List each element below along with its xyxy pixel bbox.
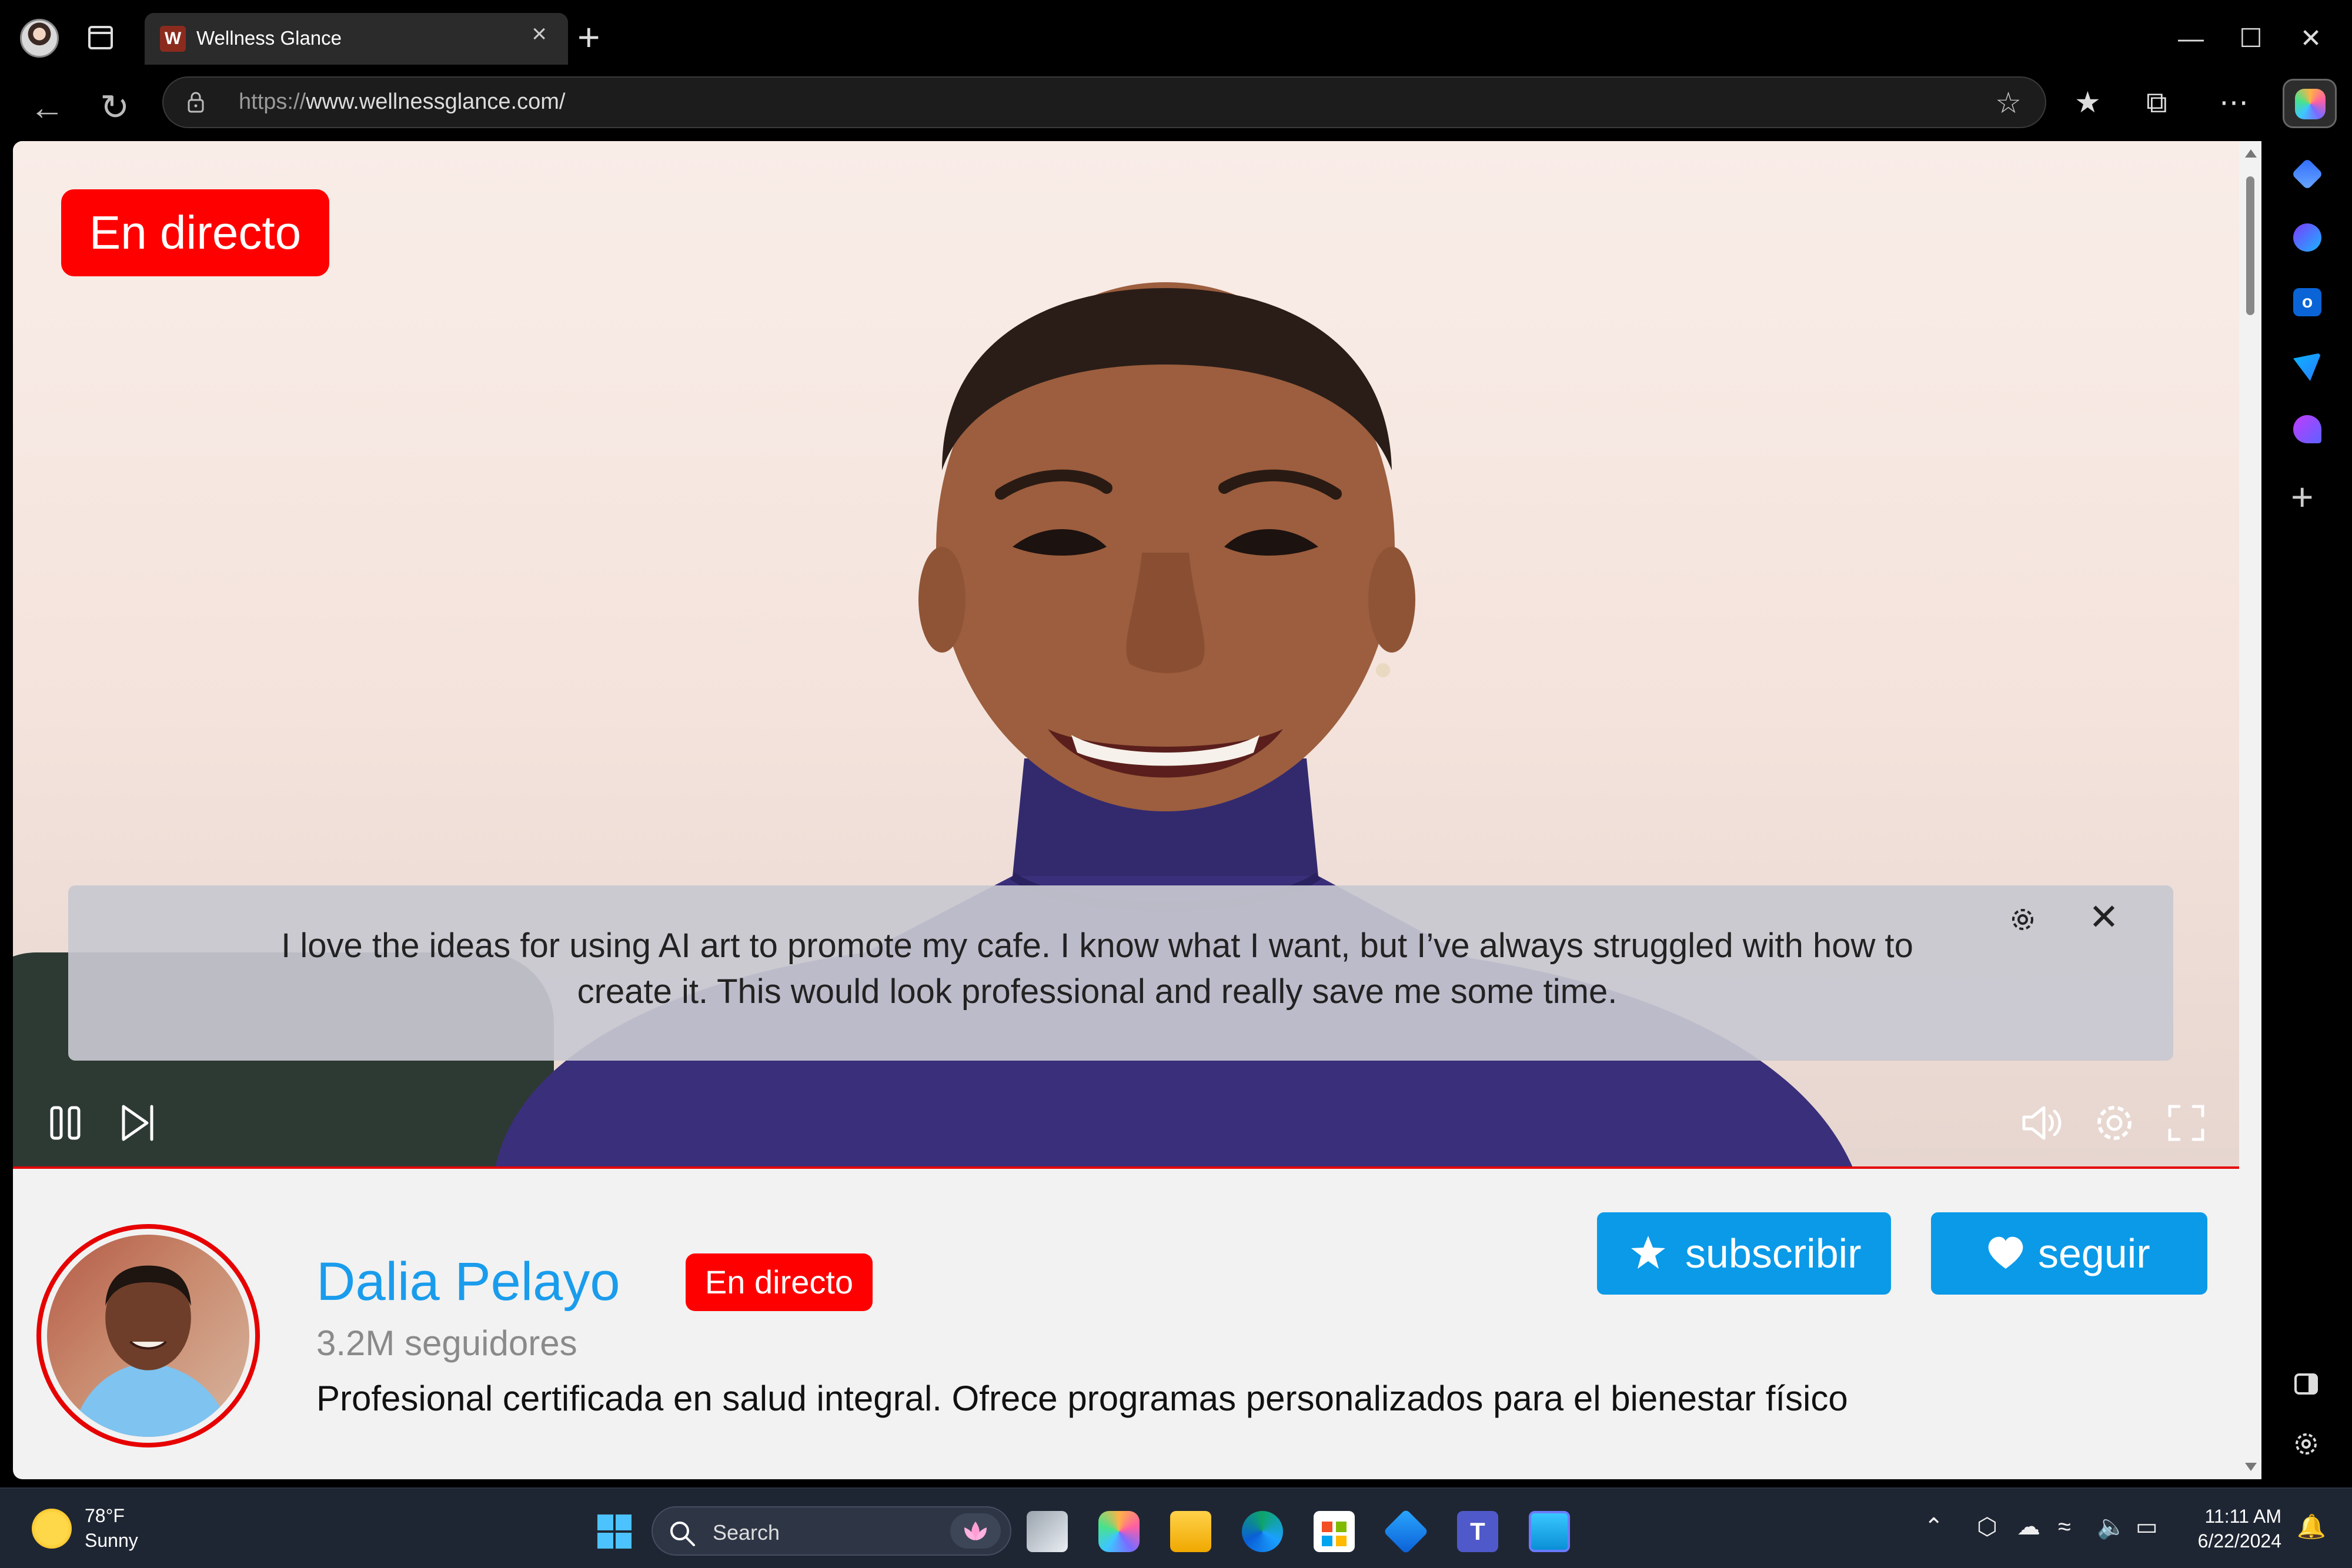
search-icon [670,1522,695,1546]
clock[interactable]: 11:11 AM 6/22/2024 [2187,1504,2281,1553]
live-badge: En directo [61,189,329,276]
minimize-icon[interactable]: — [2161,15,2220,62]
url-text: https://www.wellnessglance.com/ [239,89,566,114]
subscribe-label: subscribir [1685,1231,1862,1276]
subscribe-button[interactable]: subscribir [1597,1212,1891,1295]
skip-next-icon[interactable] [114,1099,161,1146]
active-app-icon[interactable] [1529,1511,1570,1552]
windows-taskbar: 78°F Sunny Search T ⌃ ⬡ ☁ ≈ 🔈 ▭ 11:11 AM… [0,1487,2352,1568]
tray-overflow-icon[interactable]: ⌃ [1924,1512,1944,1542]
battery-icon[interactable]: ▭ [2136,1512,2158,1542]
notification-bell-icon[interactable]: 🔔 [2297,1512,2326,1542]
follow-label: seguir [2038,1231,2150,1276]
clock-time: 11:11 AM [2204,1506,2281,1527]
teams-icon[interactable]: T [1457,1511,1498,1552]
outlook-icon[interactable]: o [2293,288,2321,316]
search-placeholder: Search [713,1520,780,1544]
maximize-icon[interactable]: ☐ [2221,15,2280,62]
microsoft-store-icon[interactable] [1314,1511,1355,1552]
send-icon[interactable] [2293,353,2321,381]
clock-date: 6/22/2024 [2197,1530,2281,1552]
copilot-taskbar-icon[interactable] [1098,1511,1140,1552]
volume-icon[interactable] [2018,1099,2065,1146]
follow-button[interactable]: seguir [1931,1212,2207,1295]
weather-sun-icon[interactable] [32,1509,72,1549]
pause-icon[interactable] [42,1099,89,1146]
caption-text: I love the ideas for using AI art to pro… [281,927,1913,1011]
designer-icon[interactable] [2293,415,2321,443]
close-window-icon[interactable]: ✕ [2281,15,2340,62]
heart-icon [1988,1236,2023,1269]
settings-icon[interactable] [2091,1099,2138,1146]
refresh-icon[interactable]: ↻ [100,87,129,128]
back-icon[interactable]: ← [29,87,65,128]
task-view-icon[interactable] [1027,1511,1068,1552]
live-status-badge: En directo [686,1253,873,1311]
copilot-sidebar-icon[interactable] [2293,223,2321,252]
site-favicon: W [160,26,186,52]
caption-close-icon[interactable]: ✕ [2089,900,2119,936]
tab-title: Wellness Glance [196,27,342,49]
new-tab-button[interactable]: + [577,18,600,56]
close-tab-icon[interactable]: × [532,21,547,47]
copilot-icon[interactable] [2283,79,2337,128]
video-player[interactable]: En directo I love the ideas for using AI… [13,141,2239,1169]
address-bar[interactable]: https://www.wellnessglance.com/ ☆ [162,76,2046,128]
channel-name[interactable]: Dalia Pelayo [316,1251,620,1313]
channel-bio: Profesional certificada en salud integra… [316,1379,1848,1418]
edge-icon[interactable] [1242,1511,1283,1552]
sidebar-toggle-icon[interactable] [2292,1370,2320,1398]
sidebar-settings-icon[interactable] [2292,1430,2320,1458]
tray-app-icon[interactable]: ⬡ [1977,1512,1997,1542]
collections-icon[interactable]: ⧉ [2146,85,2167,120]
more-icon[interactable]: ⋯ [2219,85,2249,120]
captions-panel: I love the ideas for using AI art to pro… [68,885,2173,1061]
shopping-tag-icon[interactable] [2291,158,2324,190]
weather-temperature[interactable]: 78°F [85,1505,125,1527]
tab-bar: W Wellness Glance × + — ☐ ✕ [0,0,2352,76]
scroll-thumb[interactable] [2246,176,2254,315]
page-scrollbar[interactable] [2239,141,2261,1479]
tab-actions-icon[interactable] [88,26,113,49]
scroll-down-arrow-icon[interactable] [2245,1463,2257,1471]
fullscreen-icon[interactable] [2163,1099,2210,1146]
favorites-icon[interactable]: ★ [2074,85,2101,120]
speaker-icon[interactable]: 🔈 [2097,1512,2126,1542]
video-progress-bar[interactable] [13,1166,2239,1169]
weather-condition[interactable]: Sunny [85,1530,138,1552]
caption-settings-icon[interactable] [2006,903,2039,936]
onedrive-icon[interactable]: ☁ [2017,1512,2040,1542]
avatar-photo [71,1265,232,1437]
address-bar-row: ← ↻ https://www.wellnessglance.com/ ☆ ★ … [0,76,2352,141]
taskbar-search[interactable]: Search [652,1506,1011,1556]
profile-avatar[interactable] [20,19,59,58]
add-favorite-icon[interactable]: ☆ [1995,87,2022,119]
add-sidebar-app-icon[interactable]: + [2291,477,2314,516]
windows-start-icon[interactable] [596,1513,633,1550]
edge-sidebar: o + [2261,141,2352,1487]
follower-count: 3.2M seguidores [316,1323,577,1363]
wifi-icon[interactable]: ≈ [2058,1512,2071,1542]
channel-avatar[interactable] [36,1224,260,1447]
tab-wellness-glance[interactable]: W Wellness Glance × [145,13,568,65]
azure-app-icon[interactable] [1383,1509,1429,1554]
scroll-up-arrow-icon[interactable] [2245,149,2257,158]
file-explorer-icon[interactable] [1170,1511,1211,1552]
page-viewport: En directo I love the ideas for using AI… [13,141,2239,1479]
star-icon [1631,1236,1665,1269]
search-highlight-icon [950,1513,1001,1549]
lock-icon[interactable] [187,92,205,113]
